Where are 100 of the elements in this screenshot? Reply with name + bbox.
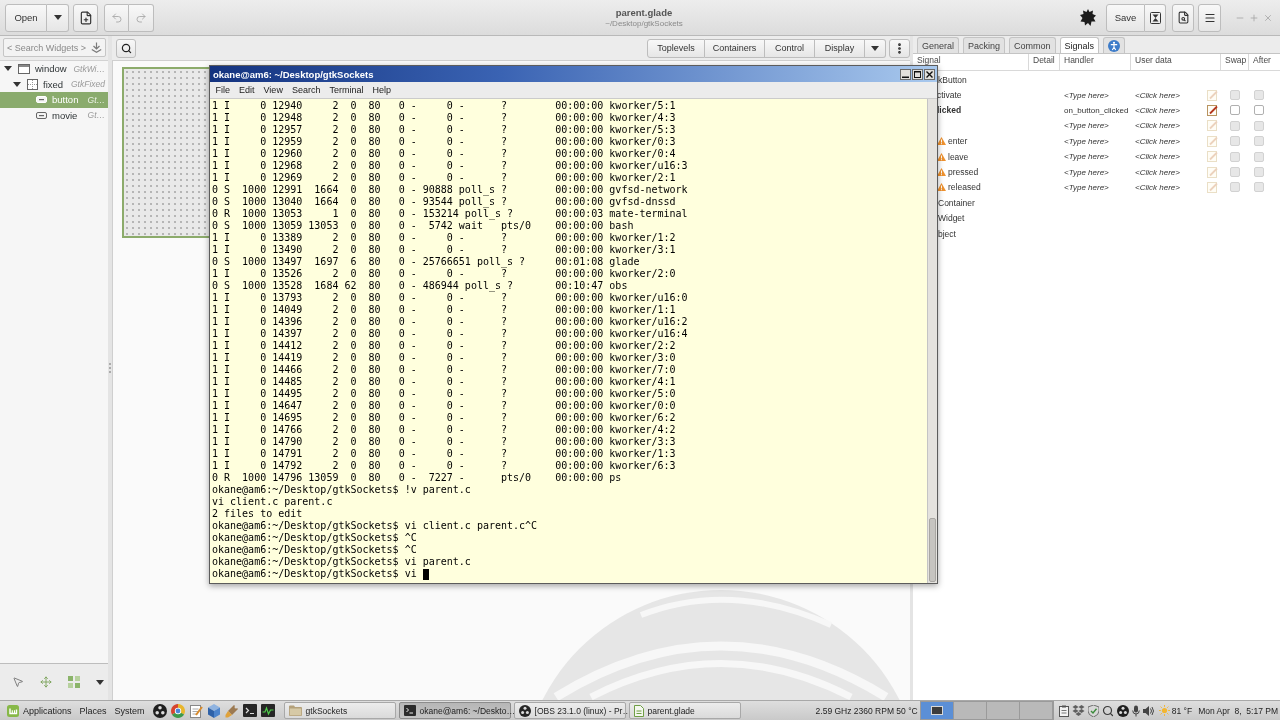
- tray-button[interactable]: [1142, 704, 1155, 717]
- swap-checkbox[interactable]: [1230, 105, 1240, 116]
- circle-dots-icon: [153, 703, 168, 718]
- column-header[interactable]: User data: [1131, 54, 1221, 70]
- tree-item[interactable]: window GtkWi…: [0, 61, 108, 77]
- launcher-button[interactable]: [152, 702, 168, 719]
- user-data-field[interactable]: <Click here>: [1135, 90, 1180, 100]
- search-widgets-field[interactable]: < Search Widgets >: [3, 38, 106, 57]
- tree-item[interactable]: movie Gt…: [0, 107, 108, 123]
- terminal-menu-item[interactable]: View: [259, 85, 288, 95]
- handler-field[interactable]: <Type here>: [1064, 121, 1109, 131]
- tray-button[interactable]: [1131, 704, 1140, 717]
- save-button[interactable]: Save: [1106, 3, 1145, 32]
- handler-field[interactable]: on_button_clicked: [1064, 105, 1129, 115]
- workspace-tile[interactable]: [986, 702, 1020, 719]
- terminal-menu-item[interactable]: Edit: [234, 85, 260, 95]
- workspace-tile[interactable]: [953, 702, 987, 719]
- workspace-tile[interactable]: [1019, 702, 1053, 719]
- menu-button[interactable]: [1198, 3, 1221, 32]
- after-checkbox[interactable]: [1254, 182, 1264, 193]
- handler-field[interactable]: <Type here>: [1064, 90, 1109, 100]
- window-list-button[interactable]: gtkSockets: [283, 702, 396, 719]
- handler-field[interactable]: <Type here>: [1064, 136, 1109, 146]
- terminal-close-button[interactable]: [924, 68, 935, 80]
- terminal-line: 0 R 1000 13053 1 0 80 0 - 153214 poll_s ? 00:00:03 mate-terminal: [212, 208, 688, 220]
- terminal-line: 1 I 0 14790 2 0 80 0 - 0 - ? 00:00:00 kworker/3:3: [212, 436, 676, 448]
- palette-group-button[interactable]: Toplevels: [647, 38, 705, 58]
- swap-checkbox[interactable]: [1230, 120, 1240, 131]
- column-header[interactable]: Detail: [1029, 54, 1060, 70]
- user-data-field[interactable]: <Click here>: [1135, 182, 1180, 192]
- terminal-menu-item[interactable]: File: [211, 85, 235, 95]
- after-checkbox[interactable]: [1254, 151, 1264, 162]
- tray-button[interactable]: [1058, 704, 1069, 717]
- after-checkbox[interactable]: [1254, 120, 1264, 131]
- pointer-tool-button[interactable]: [10, 674, 26, 690]
- handler-field[interactable]: <Type here>: [1064, 182, 1109, 192]
- user-data-field[interactable]: <Click here>: [1135, 136, 1180, 146]
- user-data-field[interactable]: <Click here>: [1135, 105, 1180, 115]
- caret-down-icon: [4, 66, 12, 72]
- workspace-switcher[interactable]: [919, 701, 1054, 720]
- inspector-tab[interactable]: [1103, 37, 1126, 53]
- column-header[interactable]: After: [1249, 54, 1280, 70]
- tree-item[interactable]: fixed GtkFixed: [0, 76, 108, 92]
- terminal-maximize-button[interactable]: [912, 68, 923, 80]
- swap-checkbox[interactable]: [1230, 136, 1240, 147]
- terminal-line: 0 S 1000 12991 1664 0 80 0 - 90888 poll_s ? 00:00:00 gvfsd-network: [212, 184, 688, 196]
- open-menu-button[interactable]: [47, 3, 69, 32]
- panel-menu-button[interactable]: Applications: [3, 701, 76, 720]
- scrollbar-thumb[interactable]: [929, 518, 936, 582]
- palette-group-button[interactable]: Display: [815, 38, 865, 58]
- swap-checkbox[interactable]: [1230, 182, 1240, 193]
- palette-group-button[interactable]: Control: [765, 38, 815, 58]
- tray-button[interactable]: [1101, 704, 1114, 717]
- workspace-tile[interactable]: [920, 702, 954, 719]
- after-checkbox[interactable]: [1254, 167, 1264, 178]
- palette-menu-button[interactable]: [865, 38, 886, 58]
- search-icon: [1101, 704, 1114, 717]
- panel-menu-button[interactable]: Places: [75, 701, 111, 720]
- palette-group-button[interactable]: Containers: [705, 38, 765, 58]
- resize-tool-button[interactable]: [66, 674, 82, 690]
- inspector-tab[interactable]: Packing: [963, 37, 1006, 53]
- swap-checkbox[interactable]: [1230, 167, 1240, 178]
- after-checkbox[interactable]: [1254, 90, 1264, 101]
- launcher-button[interactable]: [260, 702, 276, 719]
- column-header[interactable]: Swap: [1221, 54, 1249, 70]
- inspector-tab[interactable]: Signals: [1059, 37, 1100, 53]
- search-button[interactable]: [116, 38, 136, 58]
- window-list-button[interactable]: parent.glade: [628, 702, 741, 719]
- move-icon: [40, 676, 52, 688]
- terminal-menu-item[interactable]: Terminal: [324, 85, 368, 95]
- terminal-menu-item[interactable]: Help: [367, 85, 396, 95]
- user-data-field[interactable]: <Click here>: [1135, 152, 1180, 162]
- pointer-icon: [12, 676, 24, 688]
- sun-icon: [1158, 705, 1170, 716]
- terminal-menu-item[interactable]: Search: [287, 85, 325, 95]
- save-as-button[interactable]: [1145, 3, 1166, 32]
- column-header[interactable]: Handler: [1060, 54, 1131, 70]
- preview-button[interactable]: [1172, 3, 1194, 32]
- inspector-tab[interactable]: Common: [1009, 37, 1056, 53]
- terminal-minimize-button[interactable]: [900, 68, 911, 80]
- widget-type: Gt…: [87, 110, 105, 121]
- swap-checkbox[interactable]: [1230, 90, 1240, 101]
- after-checkbox[interactable]: [1254, 136, 1264, 147]
- launcher-button[interactable]: [242, 702, 258, 719]
- swap-checkbox[interactable]: [1230, 151, 1240, 162]
- terminal-line: 0 S 1000 13528 1684 62 80 0 - 486944 poll_s ? 00:10:47 obs: [212, 280, 628, 292]
- open-button[interactable]: Open: [5, 3, 47, 32]
- tool-menu-button[interactable]: [94, 677, 106, 687]
- panel-menu-button[interactable]: System: [110, 701, 149, 720]
- move-tool-button[interactable]: [38, 674, 54, 690]
- new-document-button[interactable]: [73, 3, 98, 32]
- after-checkbox[interactable]: [1254, 105, 1264, 116]
- user-data-field[interactable]: <Click here>: [1135, 121, 1180, 131]
- handler-field[interactable]: <Type here>: [1064, 167, 1109, 177]
- tray-button[interactable]: [1116, 704, 1129, 717]
- more-button[interactable]: [889, 38, 910, 58]
- user-data-field[interactable]: <Click here>: [1135, 167, 1180, 177]
- edit-icon[interactable]: [1207, 104, 1218, 116]
- inspector-tab[interactable]: General: [917, 37, 960, 53]
- handler-field[interactable]: <Type here>: [1064, 152, 1109, 162]
